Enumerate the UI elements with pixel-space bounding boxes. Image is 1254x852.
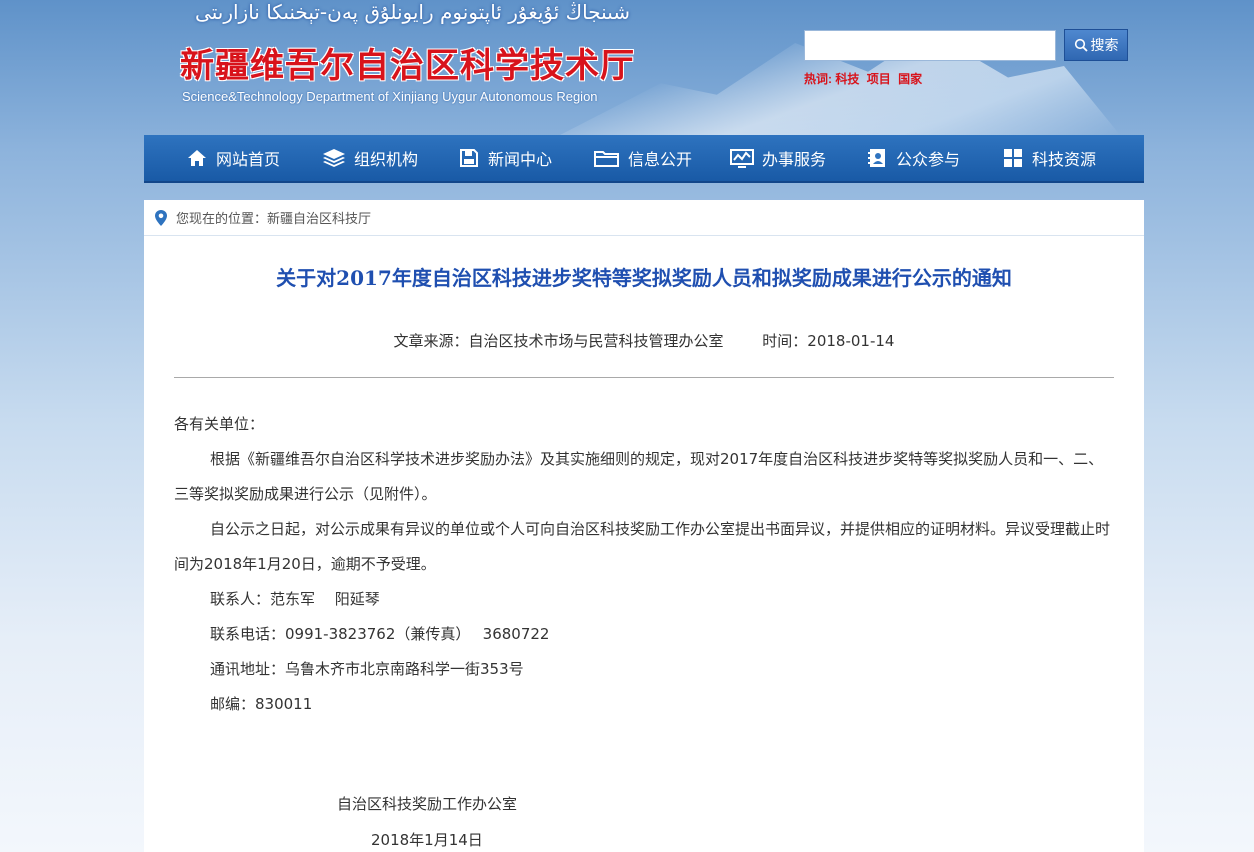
search-button-label: 搜索 — [1090, 37, 1119, 53]
main-nav: 网站首页 组织机构 新闻中心 信息公开 办事服务 公众参与 科技资源 — [144, 135, 1144, 183]
divider — [174, 377, 1114, 378]
nav-item-resources[interactable]: 科技资源 — [960, 135, 1096, 181]
nav-item-label: 办事服务 — [762, 150, 827, 169]
nav-item-label: 组织机构 — [354, 150, 419, 169]
nav-item-news[interactable]: 新闻中心 — [416, 135, 552, 181]
article-source: 文章来源：自治区技术市场与民营科技管理办公室 — [393, 332, 724, 350]
contact-person: 联系人：范东军 阳延琴 — [210, 590, 380, 608]
home-icon — [186, 147, 208, 169]
article-time: 时间：2018-01-14 — [762, 332, 895, 350]
site-subtitle: Science&Technology Department of Xinjian… — [182, 89, 598, 104]
search-icon — [1074, 38, 1088, 52]
article-title: 关于对2017年度自治区科技进步奖特等奖拟奖励人员和拟奖励成果进行公示的通知 — [276, 266, 1012, 290]
hot-word-link[interactable]: 国家 — [898, 72, 922, 86]
grid-icon — [1002, 147, 1024, 169]
contact-postcode: 邮编：830011 — [210, 695, 313, 713]
signature-office: 自治区科技奖励工作办公室 — [337, 795, 518, 813]
chart-icon — [730, 147, 754, 169]
nav-item-label: 网站首页 — [215, 150, 280, 169]
nav-item-public-participation[interactable]: 公众参与 — [824, 135, 960, 181]
nav-item-label: 信息公开 — [628, 150, 693, 169]
article-body: 各有关单位： 根据《新疆维吾尔自治区科学技术进步奖励办法》及其实施细则的规定，现… — [174, 407, 1114, 722]
site-header: شىنجاڭ ئۇيغۇر ئاپتونوم رايونلۇق پەن-تېخن… — [0, 0, 1254, 135]
site-title[interactable]: 新疆维吾尔自治区科学技术厅 — [180, 38, 635, 87]
hot-word-link[interactable]: 科技 — [835, 72, 859, 86]
content-panel: 您现在的位置：新疆自治区科技厅 关于对2017年度自治区科技进步奖特等奖拟奖励人… — [144, 200, 1144, 852]
signature-date: 2018年1月14日 — [371, 831, 483, 849]
hot-word-link[interactable]: 项目 — [867, 72, 891, 86]
search-button[interactable]: 搜索 — [1064, 29, 1128, 61]
hot-words: 热词: 科技 项目 国家 — [804, 70, 926, 87]
location-pin-icon — [155, 209, 167, 226]
article-meta: 文章来源：自治区技术市场与民营科技管理办公室 时间：2018-01-14 — [144, 330, 1144, 351]
hot-words-label: 热词: — [804, 72, 832, 86]
nav-item-services[interactable]: 办事服务 — [688, 135, 827, 181]
layers-icon — [322, 147, 346, 169]
breadcrumb: 您现在的位置：新疆自治区科技厅 — [144, 200, 1144, 236]
nav-item-label: 公众参与 — [895, 150, 960, 169]
nav-item-home[interactable]: 网站首页 — [144, 135, 280, 181]
contacts-icon — [866, 147, 888, 169]
breadcrumb-text: 您现在的位置：新疆自治区科技厅 — [176, 212, 372, 227]
nav-item-info-public[interactable]: 信息公开 — [552, 135, 692, 181]
contact-address: 通讯地址：乌鲁木齐市北京南路科学一街353号 — [210, 660, 524, 678]
nav-item-label: 科技资源 — [1031, 150, 1096, 169]
article-salutation: 各有关单位： — [174, 415, 265, 433]
contact-phone: 联系电话：0991-3823762（兼传真） 3680722 — [210, 625, 550, 643]
save-icon — [458, 147, 480, 169]
search-input[interactable] — [804, 30, 1056, 61]
folder-icon — [594, 147, 620, 169]
nav-item-label: 新闻中心 — [487, 150, 552, 169]
site-title-uyghur: شىنجاڭ ئۇيغۇر ئاپتونوم رايونلۇق پەن-تېخن… — [195, 0, 630, 24]
article-paragraph: 根据《新疆维吾尔自治区科学技术进步奖励办法》及其实施细则的规定，现对2017年度… — [174, 450, 1104, 503]
nav-item-organization[interactable]: 组织机构 — [280, 135, 419, 181]
article-paragraph: 自公示之日起，对公示成果有异议的单位或个人可向自治区科技奖励工作办公室提出书面异… — [174, 520, 1111, 573]
